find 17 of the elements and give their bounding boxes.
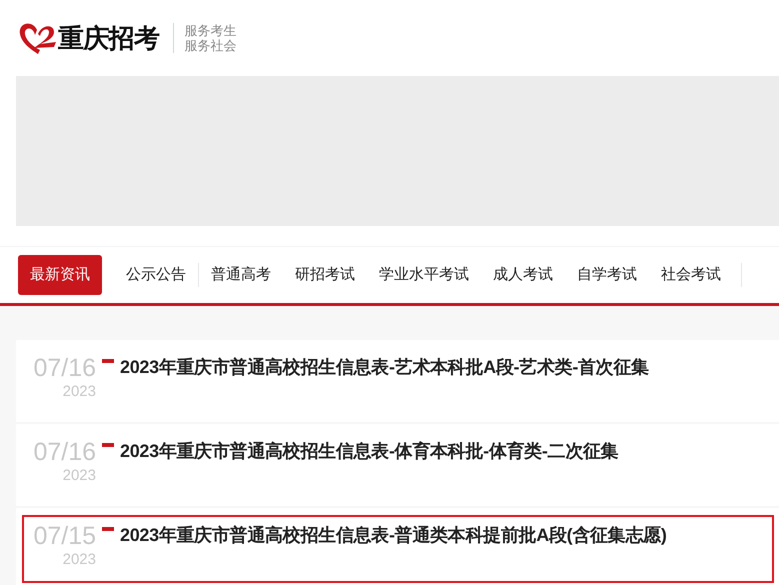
slogan-text: 服务考生 (184, 23, 236, 38)
site-title: 重庆招考 (58, 22, 160, 54)
nav-tab[interactable]: 普通高考 (199, 255, 283, 295)
news-title[interactable]: 2023年重庆市普通高校招生信息表-普通类本科提前批A段(含征集志愿) (120, 521, 667, 549)
nav-tab[interactable]: 最新资讯 (18, 255, 102, 295)
title-marker-icon (102, 443, 114, 447)
nav-tab[interactable]: 公示公告 (114, 255, 198, 295)
title-marker-icon (102, 359, 114, 363)
nav-tab[interactable]: 研招考试 (283, 255, 367, 295)
news-title[interactable]: 2023年重庆市普通高校招生信息表-艺术本科批A段-艺术类-首次征集 (120, 353, 649, 381)
nav-tab[interactable]: 社会考试 (649, 255, 733, 295)
news-title[interactable]: 2023年重庆市普通高校招生信息表-体育本科批-体育类-二次征集 (120, 437, 618, 465)
slogan-text: 服务社会 (184, 38, 236, 53)
nav-tab[interactable]: 成人考试 (481, 255, 565, 295)
nav-tab[interactable]: 自学考试 (565, 255, 649, 295)
title-marker-icon (102, 527, 114, 531)
nav-tab[interactable]: 学业水平考试 (367, 255, 481, 295)
